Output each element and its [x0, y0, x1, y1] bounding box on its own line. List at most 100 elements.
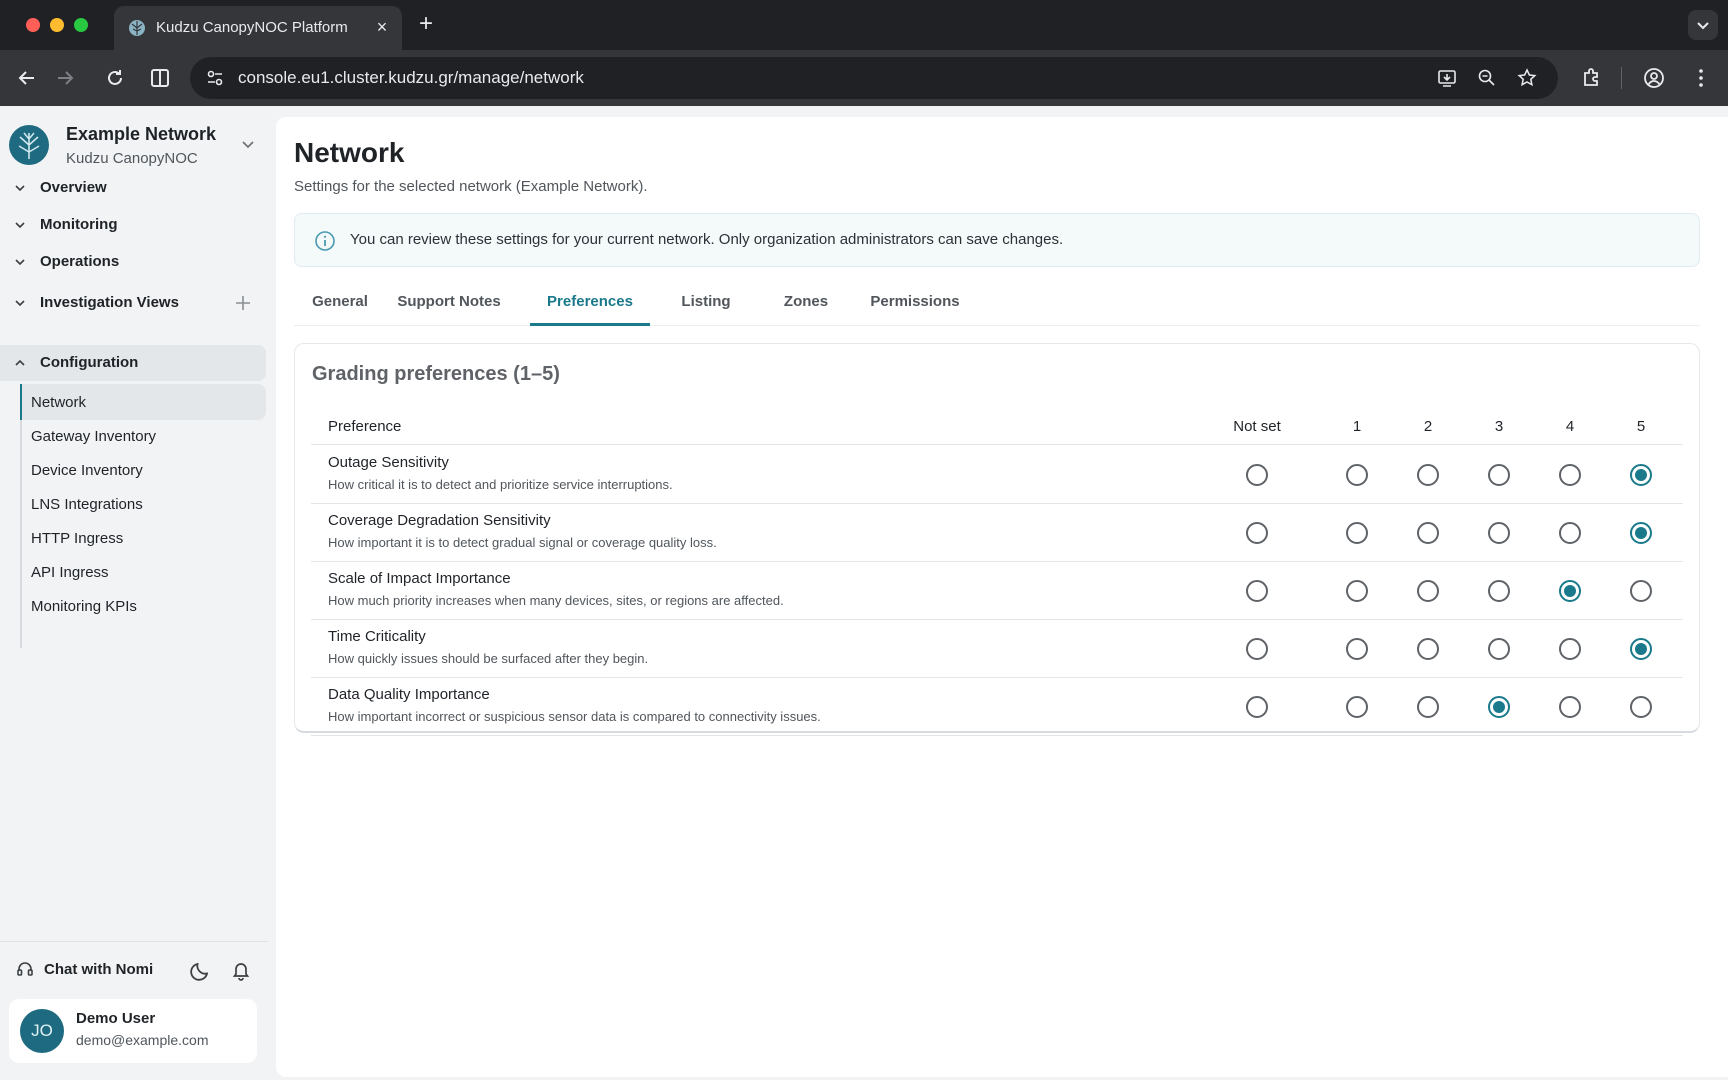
- profile-icon[interactable]: [1641, 65, 1667, 91]
- back-icon[interactable]: [14, 65, 40, 91]
- tab-zones[interactable]: Zones: [756, 281, 856, 326]
- sidebar-item-http-ingress[interactable]: HTTP Ingress: [20, 520, 266, 556]
- radio-3[interactable]: [1488, 522, 1510, 544]
- tab-listing[interactable]: Listing: [656, 281, 756, 326]
- nav-group-configuration[interactable]: Configuration: [0, 345, 266, 381]
- radio-2[interactable]: [1417, 522, 1439, 544]
- page-subtitle: Settings for the selected network (Examp…: [294, 178, 648, 195]
- notifications-bell-icon[interactable]: [230, 959, 252, 981]
- sidebar-item-label: HTTP Ingress: [31, 530, 124, 547]
- preference-name: Outage Sensitivity: [328, 454, 449, 471]
- user-card[interactable]: JO Demo User demo@example.com: [9, 999, 257, 1063]
- radio-5[interactable]: [1630, 464, 1652, 486]
- radio-1[interactable]: [1346, 580, 1368, 602]
- radio-2[interactable]: [1417, 580, 1439, 602]
- radio-2[interactable]: [1417, 638, 1439, 660]
- nav-group-label: Monitoring: [40, 216, 118, 233]
- radio-4[interactable]: [1559, 696, 1581, 718]
- table-row: Scale of Impact Importance How much prior…: [311, 562, 1683, 620]
- reload-icon[interactable]: [102, 65, 128, 91]
- chat-button[interactable]: Chat with Nomi: [44, 961, 153, 978]
- window-zoom-button[interactable]: [74, 18, 88, 32]
- dark-mode-moon-icon[interactable]: [189, 958, 213, 982]
- radio-1[interactable]: [1346, 696, 1368, 718]
- radio-not-set[interactable]: [1246, 696, 1268, 718]
- browser-menu-icon[interactable]: [1688, 65, 1714, 91]
- nav-group-investigation-views[interactable]: Investigation Views: [0, 285, 266, 321]
- forward-icon[interactable]: [52, 65, 78, 91]
- split-view-icon[interactable]: [147, 65, 173, 91]
- radio-4[interactable]: [1559, 522, 1581, 544]
- chevron-down-icon: [1697, 22, 1709, 30]
- zoom-icon[interactable]: [1477, 68, 1497, 88]
- radio-2[interactable]: [1417, 464, 1439, 486]
- nav-group-monitoring[interactable]: Monitoring: [0, 207, 266, 243]
- radio-5[interactable]: [1630, 696, 1652, 718]
- radio-1[interactable]: [1346, 638, 1368, 660]
- card-title: Grading preferences (1–5): [312, 363, 560, 385]
- tab-search-button[interactable]: [1688, 10, 1718, 40]
- tab-permissions[interactable]: Permissions: [856, 281, 974, 326]
- radio-not-set[interactable]: [1246, 522, 1268, 544]
- add-view-plus-icon[interactable]: [233, 293, 253, 313]
- radio-1[interactable]: [1346, 522, 1368, 544]
- tab-support-notes[interactable]: Support Notes: [386, 281, 512, 326]
- site-settings-icon[interactable]: [205, 68, 225, 88]
- tab-label: Listing: [681, 293, 731, 310]
- user-name: Demo User: [76, 1010, 156, 1027]
- tab-preferences[interactable]: Preferences: [530, 281, 650, 326]
- preference-name: Data Quality Importance: [328, 686, 490, 703]
- preference-description: How critical it is to detect and priorit…: [328, 477, 673, 492]
- info-icon: [315, 231, 335, 251]
- tab-close-icon[interactable]: ×: [372, 17, 392, 37]
- radio-1[interactable]: [1346, 464, 1368, 486]
- radio-3[interactable]: [1488, 696, 1510, 718]
- address-bar[interactable]: console.eu1.cluster.kudzu.gr/manage/netw…: [190, 57, 1558, 99]
- network-subtitle: Kudzu CanopyNOC: [66, 150, 198, 167]
- radio-3[interactable]: [1488, 638, 1510, 660]
- sidebar-item-device-inventory[interactable]: Device Inventory: [20, 452, 266, 488]
- sidebar-item-api-ingress[interactable]: API Ingress: [20, 554, 266, 590]
- browser-tabstrip: Kudzu CanopyNOC Platform × +: [0, 0, 1728, 50]
- network-switcher-chevron-icon[interactable]: [240, 136, 256, 152]
- nav-group-operations[interactable]: Operations: [0, 244, 266, 280]
- nav-group-label: Investigation Views: [40, 294, 179, 311]
- sidebar-item-lns-integrations[interactable]: LNS Integrations: [20, 486, 266, 522]
- radio-4[interactable]: [1559, 580, 1581, 602]
- nav-group-label: Configuration: [40, 354, 139, 371]
- extensions-icon[interactable]: [1578, 65, 1604, 91]
- nav-group-overview[interactable]: Overview: [0, 170, 266, 206]
- radio-5[interactable]: [1630, 638, 1652, 660]
- tab-label: Permissions: [870, 293, 960, 310]
- radio-not-set[interactable]: [1246, 464, 1268, 486]
- browser-tab[interactable]: Kudzu CanopyNOC Platform ×: [114, 6, 402, 50]
- window-close-button[interactable]: [26, 18, 40, 32]
- info-text: You can review these settings for your c…: [350, 231, 1064, 248]
- radio-4[interactable]: [1559, 464, 1581, 486]
- sidebar-item-network[interactable]: Network: [20, 384, 266, 420]
- radio-3[interactable]: [1488, 464, 1510, 486]
- tab-title: Kudzu CanopyNOC Platform: [156, 19, 348, 36]
- tab-general[interactable]: General: [294, 281, 386, 326]
- url-text[interactable]: console.eu1.cluster.kudzu.gr/manage/netw…: [238, 68, 584, 88]
- sidebar-item-label: Gateway Inventory: [31, 428, 157, 445]
- bookmark-star-icon[interactable]: [1517, 68, 1537, 88]
- chevron-down-icon: [15, 222, 25, 229]
- radio-3[interactable]: [1488, 580, 1510, 602]
- window-minimize-button[interactable]: [50, 18, 64, 32]
- sidebar-item-gateway-inventory[interactable]: Gateway Inventory: [20, 418, 266, 454]
- radio-2[interactable]: [1417, 696, 1439, 718]
- radio-not-set[interactable]: [1246, 638, 1268, 660]
- sidebar-item-monitoring-kpis[interactable]: Monitoring KPIs: [20, 588, 266, 624]
- radio-not-set[interactable]: [1246, 580, 1268, 602]
- headset-icon[interactable]: [15, 960, 35, 980]
- radio-5[interactable]: [1630, 580, 1652, 602]
- new-tab-icon[interactable]: +: [414, 12, 438, 37]
- install-app-icon[interactable]: [1437, 68, 1457, 88]
- radio-5[interactable]: [1630, 522, 1652, 544]
- radio-4[interactable]: [1559, 638, 1581, 660]
- network-name[interactable]: Example Network: [66, 124, 216, 145]
- settings-tabs: General Support Notes Preferences Listin…: [294, 281, 1700, 326]
- grading-preferences-card: Grading preferences (1–5) Preference Not…: [294, 343, 1700, 736]
- nav-group-label: Overview: [40, 179, 107, 196]
